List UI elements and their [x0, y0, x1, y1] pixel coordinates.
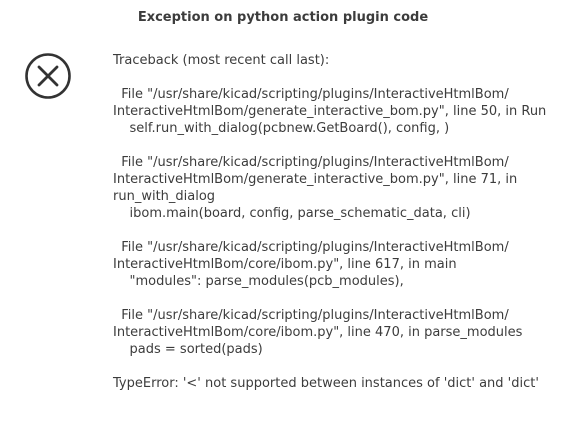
traceback-line: InteractiveHtmlBom/core/ibom.py", line 6… [113, 257, 457, 272]
traceback-line: InteractiveHtmlBom/generate_interactive_… [113, 104, 547, 119]
error-circle-x-icon [25, 53, 71, 99]
dialog-title: Exception on python action plugin code [137, 10, 429, 25]
traceback-line: File "/usr/share/kicad/scripting/plugins… [113, 308, 509, 323]
traceback-line: run_with_dialog [113, 189, 216, 204]
traceback-message: Traceback (most recent call last): File … [113, 52, 563, 392]
error-dialog: Exception on python action plugin code T… [0, 0, 566, 423]
traceback-line: File "/usr/share/kicad/scripting/plugins… [113, 87, 509, 102]
traceback-line: InteractiveHtmlBom/core/ibom.py", line 4… [113, 325, 523, 340]
traceback-line: pads = sorted(pads) [113, 342, 263, 357]
traceback-line: InteractiveHtmlBom/generate_interactive_… [113, 172, 518, 187]
traceback-line: File "/usr/share/kicad/scripting/plugins… [113, 240, 509, 255]
traceback-line: "modules": parse_modules(pcb_modules), [113, 274, 404, 289]
traceback-line: self.run_with_dialog(pcbnew.GetBoard(), … [113, 121, 450, 136]
traceback-line: File "/usr/share/kicad/scripting/plugins… [113, 155, 509, 170]
traceback-line: ibom.main(board, config, parse_schematic… [113, 206, 471, 221]
traceback-line: TypeError: '<' not supported between ins… [113, 376, 539, 391]
traceback-line: Traceback (most recent call last): [113, 53, 330, 68]
